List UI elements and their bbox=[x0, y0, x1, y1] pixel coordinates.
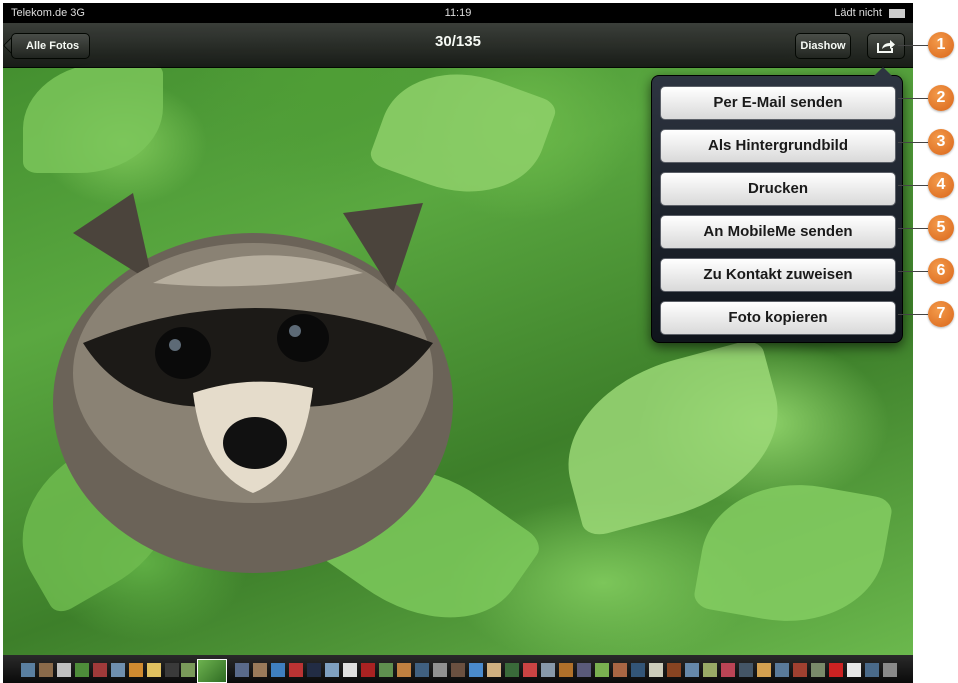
thumbnail[interactable] bbox=[613, 663, 627, 677]
thumbnail[interactable] bbox=[721, 663, 735, 677]
slideshow-button[interactable]: Diashow bbox=[795, 33, 851, 59]
thumbnail[interactable] bbox=[111, 663, 125, 677]
callout-6: 6 bbox=[928, 258, 954, 284]
callout-3: 3 bbox=[928, 129, 954, 155]
thumbnail[interactable] bbox=[451, 663, 465, 677]
thumbnail[interactable] bbox=[129, 663, 143, 677]
battery-label: Lädt nicht bbox=[834, 7, 882, 19]
thumbnail[interactable] bbox=[147, 663, 161, 677]
thumbnail[interactable] bbox=[685, 663, 699, 677]
thumbnail[interactable] bbox=[595, 663, 609, 677]
status-bar: Telekom.de 3G 11:19 Lädt nicht bbox=[3, 3, 913, 23]
thumbnail[interactable] bbox=[631, 663, 645, 677]
thumbnail[interactable] bbox=[865, 663, 879, 677]
thumbnail[interactable] bbox=[469, 663, 483, 677]
thumbnail[interactable] bbox=[307, 663, 321, 677]
callout-leader bbox=[898, 98, 928, 99]
thumbnail[interactable] bbox=[379, 663, 393, 677]
photo-position-title: 30/135 bbox=[435, 33, 481, 50]
callout-leader bbox=[898, 185, 928, 186]
thumbnail[interactable] bbox=[271, 663, 285, 677]
thumbnail[interactable] bbox=[811, 663, 825, 677]
thumbnail[interactable] bbox=[343, 663, 357, 677]
thumbnail[interactable] bbox=[325, 663, 339, 677]
thumbnail[interactable] bbox=[757, 663, 771, 677]
thumbnail[interactable] bbox=[397, 663, 411, 677]
share-popover: Per E-Mail senden Als Hintergrundbild Dr… bbox=[651, 67, 903, 343]
send-to-mobileme-button[interactable]: An MobileMe senden bbox=[660, 215, 896, 249]
leaf-decoration bbox=[23, 63, 163, 173]
thumbnail[interactable] bbox=[505, 663, 519, 677]
battery-icon bbox=[889, 8, 905, 18]
thumbnail[interactable] bbox=[253, 663, 267, 677]
copy-photo-button[interactable]: Foto kopieren bbox=[660, 301, 896, 335]
email-photo-button[interactable]: Per E-Mail senden bbox=[660, 86, 896, 120]
thumbnail[interactable] bbox=[577, 663, 591, 677]
thumbnail[interactable] bbox=[487, 663, 501, 677]
thumbnail[interactable] bbox=[559, 663, 573, 677]
ipad-screen: Telekom.de 3G 11:19 Lädt nicht Alle Foto… bbox=[3, 3, 913, 683]
thumbnail[interactable] bbox=[39, 663, 53, 677]
clock: 11:19 bbox=[444, 7, 472, 19]
thumbnail[interactable] bbox=[739, 663, 753, 677]
thumbnail[interactable] bbox=[793, 663, 807, 677]
battery-status: Lädt nicht bbox=[834, 7, 905, 19]
thumbnail[interactable] bbox=[361, 663, 375, 677]
callout-4: 4 bbox=[928, 172, 954, 198]
thumbnail[interactable] bbox=[181, 663, 195, 677]
callout-leader bbox=[898, 228, 928, 229]
navigation-bar: Alle Fotos 30/135 Diashow bbox=[3, 23, 913, 68]
thumbnail[interactable] bbox=[235, 663, 249, 677]
thumbnail[interactable] bbox=[57, 663, 71, 677]
share-button[interactable] bbox=[867, 33, 905, 59]
callout-5: 5 bbox=[928, 215, 954, 241]
print-button[interactable]: Drucken bbox=[660, 172, 896, 206]
thumbnail[interactable] bbox=[829, 663, 843, 677]
callout-leader bbox=[898, 314, 928, 315]
thumbnail[interactable] bbox=[523, 663, 537, 677]
thumbnail[interactable] bbox=[165, 663, 179, 677]
current-thumbnail[interactable] bbox=[197, 659, 227, 683]
share-icon bbox=[877, 40, 895, 53]
thumbnail[interactable] bbox=[775, 663, 789, 677]
thumbnail[interactable] bbox=[415, 663, 429, 677]
callout-1: 1 bbox=[928, 32, 954, 58]
callout-leader bbox=[898, 142, 928, 143]
thumbnail[interactable] bbox=[703, 663, 717, 677]
thumbnail[interactable] bbox=[75, 663, 89, 677]
callout-leader bbox=[898, 45, 928, 46]
thumbnail-strip[interactable] bbox=[3, 655, 913, 683]
thumbnail[interactable] bbox=[21, 663, 35, 677]
thumbnail[interactable] bbox=[649, 663, 663, 677]
callout-leader bbox=[898, 271, 928, 272]
set-wallpaper-button[interactable]: Als Hintergrundbild bbox=[660, 129, 896, 163]
thumbnail[interactable] bbox=[289, 663, 303, 677]
assign-to-contact-button[interactable]: Zu Kontakt zuweisen bbox=[660, 258, 896, 292]
thumbnail[interactable] bbox=[883, 663, 897, 677]
callout-2: 2 bbox=[928, 85, 954, 111]
thumbnail[interactable] bbox=[433, 663, 447, 677]
callout-7: 7 bbox=[928, 301, 954, 327]
thumbnail[interactable] bbox=[667, 663, 681, 677]
raccoon-illustration bbox=[53, 193, 453, 573]
thumbnail[interactable] bbox=[541, 663, 555, 677]
thumbnail[interactable] bbox=[93, 663, 107, 677]
thumbnail[interactable] bbox=[847, 663, 861, 677]
